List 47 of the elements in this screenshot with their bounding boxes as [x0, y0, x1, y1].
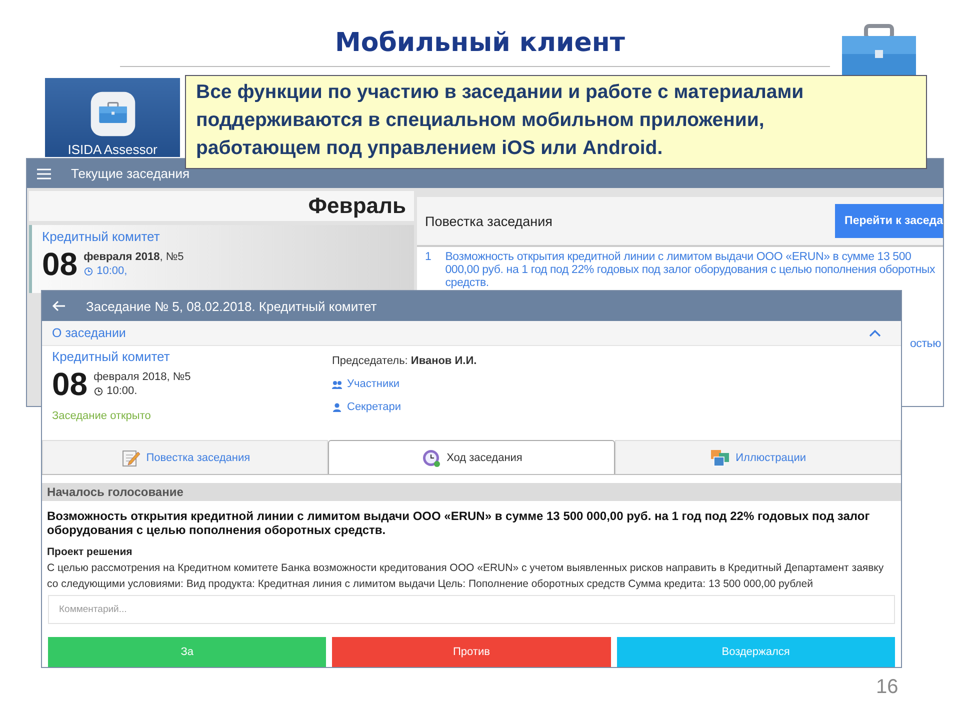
day-number: 08 [42, 247, 78, 281]
draft-text: С целью рассмотрения на Кредитном комитете Банка возможности кредитования ООО «ERUN» с учетом выявленных рисков направить в Кредитный Департамент заявку со следующими условиями: Вид продукта: Кредитная линия с лимитом выдачи Цель: Пополнение оборотных средств Сумма кредита: 13 500 000,00 рублей [46, 560, 885, 592]
slide-title: Мобильный клиент [334, 28, 626, 58]
committee-name: Кредитный комитет [52, 349, 171, 364]
person-icon [332, 402, 342, 412]
vote-button[interactable]: Воздержался [616, 636, 895, 667]
app-name: ISIDA Assessor [68, 142, 158, 157]
open-meeting-button[interactable]: Перейти к заседа [834, 204, 943, 238]
day-number: 08 [52, 367, 88, 402]
question-text: Возможность открытия кредитной линии с лимитом выдачи ООО «ERUN» в сумме 13 500 000,00 руб. на 1 год под 22% годовых под залог оборудования с целью пополнения оборотных средств. [46, 508, 871, 537]
section-title: О заседании [52, 326, 126, 340]
draft-heading: Проект решения [46, 544, 134, 558]
people-icon [332, 380, 342, 389]
clock-icon [94, 386, 103, 396]
item-number: 1 [425, 251, 432, 265]
meeting-status: Заседание открыто [52, 410, 152, 422]
page-number: 16 [876, 676, 898, 699]
meeting-time: 10:00. [106, 385, 138, 398]
clock-icon [84, 266, 93, 276]
tab[interactable]: Ход заседания [328, 440, 615, 474]
comment-field[interactable]: Комментарий... [48, 594, 895, 624]
tab[interactable]: Повестка заседания [42, 440, 328, 474]
chairman-text: Председатель: Иванов И.И. [332, 355, 477, 368]
link-text[interactable]: Секретари [347, 401, 402, 414]
back-arrow-icon[interactable] [52, 300, 66, 312]
meeting-date: февраля 2018, №5 [84, 251, 184, 263]
link-text[interactable]: Участники [347, 378, 400, 390]
tab[interactable]: Иллюстрации [614, 440, 901, 474]
agenda-item-link[interactable]: Возможность открытия кредитной линии с лимитом выдачи ООО «ERUN» в сумме 13 500 000,00 руб. на 1 год под 22% годовых под залог оборудования с целью пополнения оборотных средств. [445, 251, 935, 290]
vote-button[interactable]: Против [332, 636, 611, 667]
callout-text: Все функции по участию в заседании и работе с материалами поддерживаются в специальном мобильном приложении, работающем под управлением iOS или Android. [185, 75, 927, 169]
panel-title: Повестка заседания [425, 214, 552, 228]
notepad-icon [120, 448, 140, 467]
section-header[interactable]: О заседании [42, 321, 901, 346]
screen-title: Текущие заседания [71, 166, 190, 181]
chevron-up-icon[interactable] [869, 329, 881, 338]
clock-icon [420, 448, 441, 467]
voting-header: Началось голосование [42, 482, 901, 501]
meeting-date: февраля 2018, №5 [94, 371, 191, 384]
screen-title: Заседание № 5, 08.02.2018. Кредитный комитет [86, 298, 377, 314]
menu-icon[interactable] [37, 168, 51, 180]
committee-name: Кредитный комитет [42, 229, 161, 244]
vote-button[interactable]: За [48, 636, 326, 667]
month-heading: Февраль [29, 191, 414, 221]
agenda-item-link[interactable]: остью [910, 338, 941, 351]
pictures-icon [710, 448, 730, 467]
meeting-time: 10:00, [96, 265, 128, 277]
